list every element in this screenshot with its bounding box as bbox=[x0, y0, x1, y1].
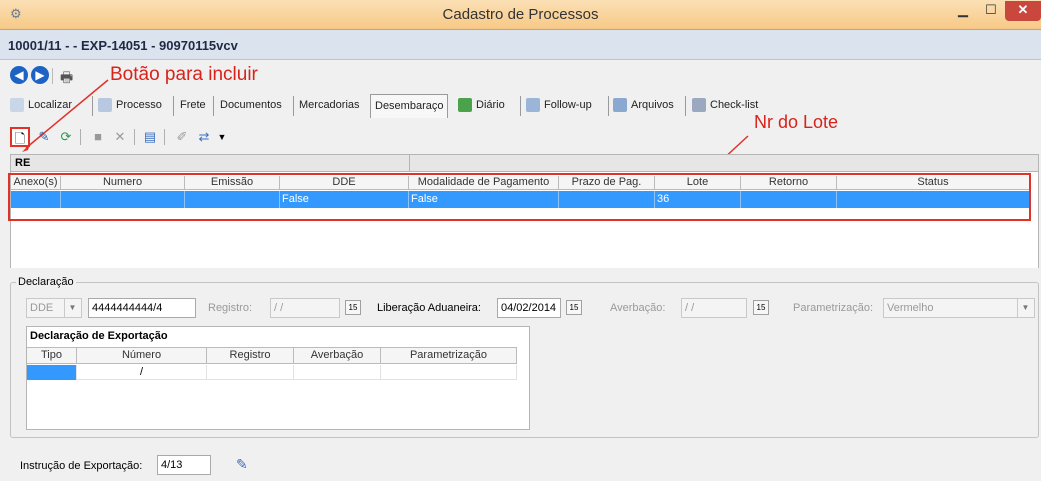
tab-localizar[interactable]: Localizar bbox=[10, 94, 72, 118]
chevron-down-icon[interactable]: ▼ bbox=[212, 127, 232, 147]
re-section-header: RE bbox=[10, 154, 1039, 172]
edit-icon[interactable]: ✎ bbox=[34, 127, 54, 147]
checklist-icon bbox=[692, 98, 706, 113]
printer-icon[interactable]: 🖶 bbox=[60, 67, 73, 91]
tab-arquivos[interactable]: Arquivos bbox=[613, 94, 674, 118]
export-col-registro[interactable]: Registro bbox=[207, 348, 294, 363]
new-record-icon[interactable]: 🗋 bbox=[10, 127, 30, 147]
tab-divider bbox=[173, 96, 174, 116]
edit-instrucao-icon[interactable]: ✎ bbox=[236, 456, 248, 473]
export-col-numero[interactable]: Número bbox=[77, 348, 207, 363]
tab-processo[interactable]: Processo bbox=[98, 94, 162, 118]
export-grid-title: Declaração de Exportação bbox=[30, 330, 168, 342]
back-icon[interactable]: ◀ bbox=[10, 66, 28, 84]
tab-divider bbox=[685, 96, 686, 116]
parametrizacao-select[interactable]: Vermelho bbox=[883, 298, 1035, 318]
export-col-averbacao[interactable]: Averbação bbox=[294, 348, 381, 363]
toolbar: 🗋 ✎ ⟳ ■ ✕ ▤ ✐ ⇄ ▼ bbox=[0, 124, 1041, 150]
close-button[interactable]: ✕ bbox=[1005, 1, 1041, 21]
tab-frete[interactable]: Frete bbox=[180, 94, 206, 118]
tab-check-list[interactable]: Check-list bbox=[692, 94, 758, 118]
files-icon bbox=[613, 98, 627, 113]
search-icon bbox=[10, 98, 24, 113]
calendar-icon[interactable]: 15 bbox=[345, 300, 361, 315]
export-col-parametrizacao[interactable]: Parametrização bbox=[381, 348, 517, 363]
registro-field[interactable]: / / bbox=[270, 298, 340, 318]
tab-diario[interactable]: Diário bbox=[458, 94, 505, 118]
averbacao-field[interactable]: / / bbox=[681, 298, 747, 318]
liberacao-field[interactable]: 04/02/2014 bbox=[497, 298, 561, 318]
attach-icon[interactable]: ✐ bbox=[172, 127, 192, 147]
re-title: RE bbox=[15, 157, 31, 169]
tab-bar: Localizar Processo Frete Documentos Merc… bbox=[0, 92, 1041, 120]
delete-icon[interactable]: ✕ bbox=[110, 127, 130, 147]
title-bar: ⚙ Cadastro de Processos ▁ ☐ ✕ bbox=[0, 0, 1041, 30]
document-icon bbox=[98, 98, 112, 113]
tab-divider bbox=[92, 96, 93, 116]
process-header: 10001/11 - - EXP-14051 - 90970115vcv bbox=[8, 38, 238, 53]
calculator-icon[interactable]: ▤ bbox=[140, 127, 160, 147]
re-header-divider bbox=[409, 155, 410, 171]
minimize-button[interactable]: ▁ bbox=[950, 1, 976, 21]
window-title: Cadastro de Processos bbox=[442, 6, 599, 23]
chevron-down-icon[interactable]: ▼ bbox=[64, 299, 80, 317]
transfer-icon[interactable]: ⇄ bbox=[194, 127, 214, 147]
forward-icon[interactable]: ▶ bbox=[31, 66, 49, 84]
tab-desembaraco[interactable]: Desembaraço bbox=[370, 94, 449, 118]
export-col-tipo[interactable]: Tipo bbox=[27, 348, 77, 363]
numero-field[interactable]: 4444444444/4 bbox=[88, 298, 196, 318]
followup-icon bbox=[526, 98, 540, 113]
parametrizacao-label: Parametrização: bbox=[793, 302, 874, 314]
tab-divider bbox=[608, 96, 609, 116]
tab-divider bbox=[213, 96, 214, 116]
annotation-lote: Nr do Lote bbox=[754, 112, 839, 132]
declaracao-legend: Declaração bbox=[16, 276, 76, 288]
tab-documentos[interactable]: Documentos bbox=[220, 94, 282, 118]
instrucao-label: Instrução de Exportação: bbox=[20, 460, 143, 472]
registro-label: Registro: bbox=[208, 302, 253, 314]
annotation-include: Botão para incluir bbox=[110, 64, 258, 85]
calendar-icon[interactable]: 15 bbox=[753, 300, 769, 315]
export-cell-tipo[interactable] bbox=[27, 365, 77, 380]
tab-mercadorias[interactable]: Mercadorias bbox=[299, 94, 360, 118]
export-cell-numero[interactable]: / bbox=[77, 365, 207, 380]
tab-divider bbox=[293, 96, 294, 116]
toolbar-divider bbox=[80, 129, 81, 145]
export-cell-averbacao[interactable] bbox=[294, 365, 381, 380]
liberacao-label: Liberação Aduaneira: bbox=[377, 302, 481, 314]
export-grid-header: Tipo Número Registro Averbação Parametri… bbox=[27, 347, 517, 364]
refresh-icon[interactable]: ⟳ bbox=[56, 127, 76, 147]
save-icon[interactable]: ■ bbox=[88, 127, 108, 147]
maximize-button[interactable]: ☐ bbox=[978, 1, 1004, 21]
tab-follow-up[interactable]: Follow-up bbox=[526, 94, 592, 118]
annotation-highlight-box bbox=[8, 173, 1031, 221]
nav-divider bbox=[52, 68, 53, 84]
table-row[interactable]: / bbox=[27, 365, 517, 380]
toolbar-divider bbox=[164, 129, 165, 145]
export-cell-registro[interactable] bbox=[207, 365, 294, 380]
averbacao-label: Averbação: bbox=[610, 302, 666, 314]
export-cell-parametrizacao[interactable] bbox=[381, 365, 517, 380]
process-header-bar: 10001/11 - - EXP-14051 - 90970115vcv bbox=[0, 30, 1041, 60]
calendar-icon[interactable]: 15 bbox=[566, 300, 582, 315]
toolbar-divider bbox=[134, 129, 135, 145]
tab-divider bbox=[520, 96, 521, 116]
chevron-down-icon[interactable]: ▼ bbox=[1017, 299, 1033, 317]
diary-icon bbox=[458, 98, 472, 113]
instrucao-field[interactable]: 4/13 bbox=[157, 455, 211, 475]
